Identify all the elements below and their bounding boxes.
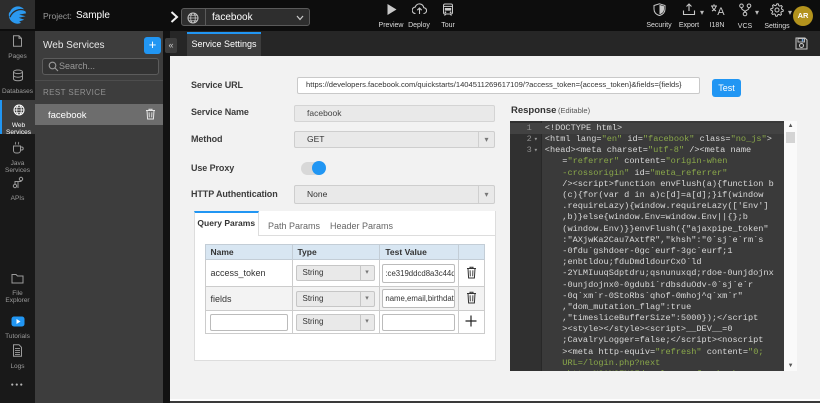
svg-text:A: A: [717, 6, 725, 16]
